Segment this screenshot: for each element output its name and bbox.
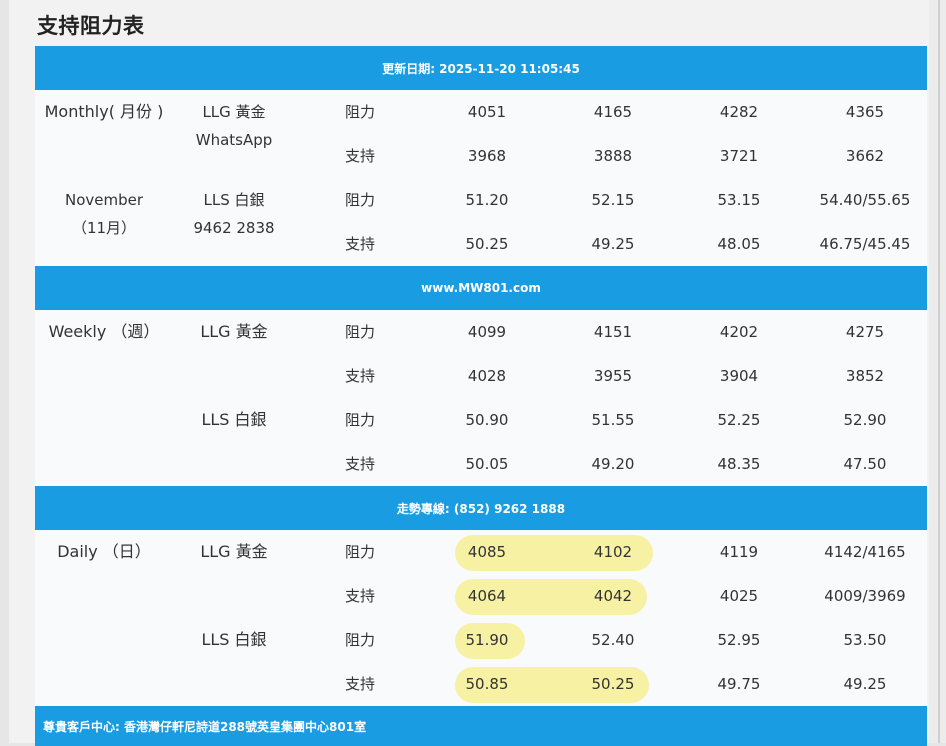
- value-cell: 48.05: [717, 235, 761, 253]
- value-cell: 48.35: [717, 455, 761, 473]
- value-cell: 4142/4165: [824, 543, 906, 561]
- daily-section: Daily （日） LLG 黃金 LLS 白銀 阻力 4085 4102 411…: [35, 530, 927, 706]
- weekly-section: Weekly （週） LLG 黃金 LLS 白銀 阻力 4099 4151 42…: [35, 310, 927, 486]
- value-cell: 53.50: [843, 631, 887, 649]
- table-row: 支持 50.05 49.20 48.35 47.50: [35, 442, 927, 486]
- value-cell: 52.25: [717, 411, 761, 429]
- row-type: 阻力: [344, 323, 375, 341]
- scrollbar-track[interactable]: [938, 0, 940, 743]
- value-cell: 50.25: [591, 675, 635, 693]
- value-cell: 50.85: [465, 675, 509, 693]
- table-row: 支持 50.85 50.25 49.75 49.25: [35, 662, 927, 706]
- row-type: 支持: [344, 587, 375, 605]
- value-cell: 4009/3969: [824, 587, 906, 605]
- value-cell: 3662: [845, 147, 885, 165]
- row-type: 阻力: [344, 543, 375, 561]
- value-cell: 4165: [593, 103, 633, 121]
- value-cell: 49.25: [843, 675, 887, 693]
- value-cell: 51.20: [465, 191, 509, 209]
- value-cell: 49.25: [591, 235, 635, 253]
- value-cell: 3721: [719, 147, 759, 165]
- table-row: 支持 50.25 49.25 48.05 46.75/45.45: [35, 222, 927, 266]
- value-cell: 3888: [593, 147, 633, 165]
- support-resistance-panel: 支持阻力表 更新日期: 2025-11-20 11:05:45 Monthly(…: [9, 0, 929, 746]
- value-cell: 46.75/45.45: [819, 235, 911, 253]
- value-cell: 51.90: [465, 631, 509, 649]
- value-cell: 4028: [467, 367, 507, 385]
- row-type: 阻力: [344, 631, 375, 649]
- table-row: 阻力 51.20 52.15 53.15 54.40/55.65: [35, 178, 927, 222]
- value-cell: 4025: [719, 587, 759, 605]
- value-cell: 4099: [467, 323, 507, 341]
- value-cell: 4282: [719, 103, 759, 121]
- value-cell: 4051: [467, 103, 507, 121]
- website-band[interactable]: www.MW801.com: [35, 266, 927, 310]
- update-date-band: 更新日期: 2025-11-20 11:05:45: [35, 46, 927, 90]
- left-page-margin: [0, 0, 9, 743]
- hotline-band: 走勢專線: (852) 9262 1888: [35, 486, 927, 530]
- table-row: 阻力 4085 4102 4119 4142/4165: [35, 530, 927, 574]
- value-cell: 50.90: [465, 411, 509, 429]
- value-cell: 51.55: [591, 411, 635, 429]
- value-cell: 47.50: [843, 455, 887, 473]
- page-title: 支持阻力表: [37, 14, 145, 38]
- value-cell: 49.20: [591, 455, 635, 473]
- value-cell: 52.95: [717, 631, 761, 649]
- value-cell: 52.90: [843, 411, 887, 429]
- value-cell: 53.15: [717, 191, 761, 209]
- table-row: 阻力 4099 4151 4202 4275: [35, 310, 927, 354]
- value-cell: 50.25: [465, 235, 509, 253]
- table-row: 支持 4028 3955 3904 3852: [35, 354, 927, 398]
- value-cell: 4042: [593, 587, 633, 605]
- value-cell: 3968: [467, 147, 507, 165]
- row-type: 支持: [344, 235, 375, 253]
- value-cell: 3852: [845, 367, 885, 385]
- row-type: 阻力: [344, 191, 375, 209]
- row-type: 阻力: [344, 411, 375, 429]
- table-row: 阻力 4051 4165 4282 4365: [35, 90, 927, 134]
- value-cell: 49.75: [717, 675, 761, 693]
- value-cell: 4085: [467, 543, 507, 561]
- support-resistance-table: 更新日期: 2025-11-20 11:05:45 Monthly( 月份 ) …: [35, 46, 927, 746]
- row-type: 支持: [344, 367, 375, 385]
- table-row: 阻力 51.90 52.40 52.95 53.50: [35, 618, 927, 662]
- value-cell: 4365: [845, 103, 885, 121]
- value-cell: 3904: [719, 367, 759, 385]
- value-cell: 4119: [719, 543, 759, 561]
- row-type: 支持: [344, 147, 375, 165]
- row-type: 阻力: [344, 103, 375, 121]
- value-cell: 50.05: [465, 455, 509, 473]
- monthly-section: Monthly( 月份 ) LLG 黃金 WhatsApp November （…: [35, 90, 927, 266]
- value-cell: 4064: [467, 587, 507, 605]
- value-cell: 4202: [719, 323, 759, 341]
- row-type: 支持: [344, 455, 375, 473]
- value-cell: 4151: [593, 323, 633, 341]
- value-cell: 52.40: [591, 631, 635, 649]
- value-cell: 54.40/55.65: [819, 191, 911, 209]
- value-cell: 52.15: [591, 191, 635, 209]
- value-cell: 4275: [845, 323, 885, 341]
- row-type: 支持: [344, 675, 375, 693]
- value-cell: 3955: [593, 367, 633, 385]
- table-row: 支持 3968 3888 3721 3662: [35, 134, 927, 178]
- address-band: 尊貴客戶中心: 香港灣仔軒尼詩道288號英皇集團中心801室: [35, 706, 927, 746]
- table-row: 阻力 50.90 51.55 52.25 52.90: [35, 398, 927, 442]
- table-row: 支持 4064 4042 4025 4009/3969: [35, 574, 927, 618]
- value-cell: 4102: [593, 543, 633, 561]
